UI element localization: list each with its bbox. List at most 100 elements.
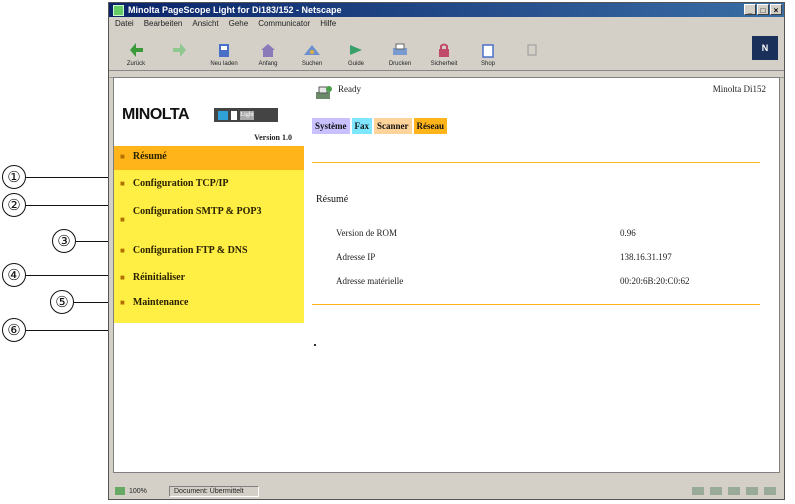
- sidebar-item-smtp-pop3[interactable]: ■ Configuration SMTP & POP3: [114, 198, 304, 238]
- navigation-toolbar: Zurück Neu laden Anfang Suchen Guide Dru…: [109, 30, 784, 71]
- guide-icon: [350, 45, 362, 55]
- sidebar: MINOLTA Light Version 1.0 ■ Résumé ■ Con…: [114, 78, 304, 472]
- home-button[interactable]: Anfang: [247, 41, 289, 70]
- tab-scanner[interactable]: Scanner: [374, 118, 412, 134]
- row-value: 138.16.31.197: [620, 252, 672, 262]
- row-key: Version de ROM: [336, 228, 397, 238]
- divider: [312, 304, 760, 305]
- callout-4: ④: [2, 263, 118, 287]
- sidebar-item-ftp-dns[interactable]: ■ Configuration FTP & DNS: [114, 238, 304, 264]
- search-button[interactable]: Suchen: [291, 41, 333, 70]
- bullet-dot: [314, 344, 316, 346]
- minimize-icon[interactable]: _: [744, 4, 756, 15]
- shop-button[interactable]: Shop: [467, 41, 509, 70]
- bullet-icon: ■: [120, 179, 125, 188]
- menu-item-ansicht[interactable]: Ansicht: [192, 19, 218, 28]
- bullet-icon: ■: [120, 273, 125, 282]
- search-icon: [304, 45, 320, 55]
- device-name: Minolta Di152: [712, 84, 766, 94]
- printer-status-icon: [316, 86, 332, 99]
- callout-6: ⑥: [2, 318, 118, 342]
- menu-bar: Datei Bearbeiten Ansicht Gehe Communicat…: [109, 17, 784, 30]
- tab-systeme[interactable]: Système: [312, 118, 350, 134]
- sidebar-item-resume[interactable]: ■ Résumé: [114, 146, 304, 170]
- bullet-icon: ■: [120, 298, 125, 307]
- print-button[interactable]: Drucken: [379, 41, 421, 70]
- callout-leader: [26, 204, 118, 206]
- menu-item-hilfe[interactable]: Hilfe: [320, 19, 336, 28]
- connection-icon: [115, 487, 125, 495]
- callout-number: ④: [2, 263, 26, 287]
- bullet-icon: ■: [120, 152, 125, 161]
- callout-number: ⑥: [2, 318, 26, 342]
- main-panel: Ready Minolta Di152 Système Fax Scanner …: [312, 78, 772, 472]
- reload-icon: [219, 44, 229, 57]
- stop-icon: [527, 44, 537, 56]
- tray-icon[interactable]: [764, 487, 776, 495]
- tray-icon[interactable]: [710, 487, 722, 495]
- reload-button[interactable]: Neu laden: [203, 41, 245, 70]
- menu-item-gehe[interactable]: Gehe: [229, 19, 249, 28]
- menu-item-bearbeiten[interactable]: Bearbeiten: [144, 19, 183, 28]
- sidebar-item-tcpip[interactable]: ■ Configuration TCP/IP: [114, 170, 304, 198]
- badge-square-icon: [231, 110, 237, 120]
- stop-button[interactable]: [511, 41, 553, 70]
- section-title: Résumé: [316, 194, 349, 205]
- tab-bar: Système Fax Scanner Réseau: [312, 118, 447, 134]
- row-key: Adresse IP: [336, 252, 376, 262]
- forward-arrow-icon: [173, 43, 186, 57]
- callout-leader: [26, 176, 118, 178]
- window-title: Minolta PageScope Light for Di183/152 - …: [128, 5, 342, 15]
- callout-number: ⑤: [50, 290, 74, 314]
- tray-icon[interactable]: [728, 487, 740, 495]
- tab-fax[interactable]: Fax: [351, 118, 372, 134]
- callout-number: ①: [2, 165, 26, 189]
- callout-2: ②: [2, 193, 118, 217]
- row-key: Adresse matérielle: [336, 276, 404, 286]
- status-bar: 100% Document: Übermittelt: [109, 483, 784, 499]
- home-icon: [261, 44, 275, 57]
- shop-icon: [482, 44, 494, 58]
- forward-button[interactable]: [159, 41, 201, 70]
- page-content: MINOLTA Light Version 1.0 ■ Résumé ■ Con…: [113, 77, 780, 473]
- minolta-logo: MINOLTA: [122, 106, 190, 123]
- sidebar-item-maintenance[interactable]: ■ Maintenance: [114, 291, 304, 323]
- guide-button[interactable]: Guide: [335, 41, 377, 70]
- window-controls: _ □ ×: [744, 4, 782, 15]
- device-status: Ready: [338, 84, 361, 94]
- callout-leader: [26, 274, 118, 276]
- table-row: Adresse IP 138.16.31.197: [336, 252, 756, 276]
- divider: [312, 162, 760, 163]
- browser-window: Minolta PageScope Light for Di183/152 - …: [108, 2, 785, 500]
- badge-square-icon: [218, 110, 228, 120]
- close-icon[interactable]: ×: [770, 4, 782, 15]
- security-button[interactable]: Sicherheit: [423, 41, 465, 70]
- pagescope-light-badge: Light: [214, 108, 278, 122]
- sidebar-item-reinitialiser[interactable]: ■ Réinitialiser: [114, 264, 304, 291]
- callout-5: ⑤: [2, 290, 118, 314]
- bullet-icon: ■: [120, 246, 125, 255]
- callout-number: ②: [2, 193, 26, 217]
- tab-reseau[interactable]: Réseau: [413, 118, 447, 134]
- tray-icon[interactable]: [692, 487, 704, 495]
- table-row: Version de ROM 0.96: [336, 228, 756, 252]
- title-bar[interactable]: Minolta PageScope Light for Di183/152 - …: [109, 3, 784, 17]
- row-value: 0.96: [620, 228, 636, 238]
- callout-3: ③: [2, 229, 116, 253]
- status-tray: [692, 487, 776, 495]
- menu-item-datei[interactable]: Datei: [115, 19, 134, 28]
- menu-item-communicator[interactable]: Communicator: [258, 19, 310, 28]
- table-row: Adresse matérielle 00:20:6B:20:C0:62: [336, 276, 756, 300]
- callout-leader: [26, 329, 118, 331]
- bullet-icon: ■: [120, 215, 125, 224]
- maximize-icon[interactable]: □: [757, 4, 769, 15]
- back-button[interactable]: Zurück: [115, 41, 157, 70]
- printer-icon: [393, 43, 407, 55]
- version-label: Version 1.0: [254, 133, 292, 142]
- callout-column: ① ② ③ ④ ⑤ ⑥: [0, 0, 120, 504]
- netscape-logo: N: [752, 36, 778, 60]
- progress-text: 100%: [129, 487, 147, 495]
- row-value: 00:20:6B:20:C0:62: [620, 276, 690, 286]
- badge-label: Light: [240, 110, 254, 120]
- tray-icon[interactable]: [746, 487, 758, 495]
